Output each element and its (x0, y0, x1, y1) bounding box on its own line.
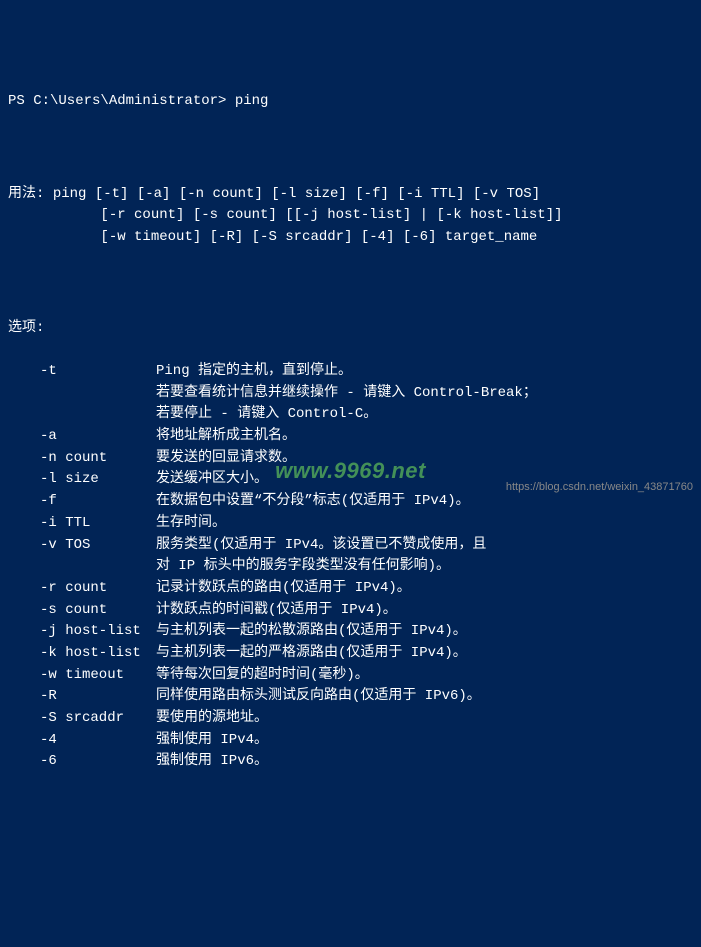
option-description: 与主机列表一起的松散源路由(仅适用于 IPv4)。 (156, 621, 693, 643)
option-flag: -n count (8, 448, 156, 470)
option-flag: -r count (8, 578, 156, 600)
option-flag: -R (8, 686, 156, 708)
option-flag: -a (8, 426, 156, 448)
option-flag: -j host-list (8, 621, 156, 643)
option-row: -tPing 指定的主机，直到停止。 (8, 361, 693, 383)
usage-line-2: [-w timeout] [-R] [-S srcaddr] [-4] [-6]… (58, 229, 537, 245)
option-row: -n count要发送的回显请求数。 (8, 448, 693, 470)
option-row: -v TOS服务类型(仅适用于 IPv4。该设置已不赞成使用，且 (8, 535, 693, 557)
prompt-prefix: PS C:\Users\Administrator> (8, 93, 226, 109)
option-flag: -S srcaddr (8, 708, 156, 730)
option-flag: -t (8, 361, 156, 383)
option-flag (8, 383, 156, 405)
option-description: 同样使用路由标头测试反向路由(仅适用于 IPv6)。 (156, 686, 693, 708)
option-description: 要发送的回显请求数。 (156, 448, 693, 470)
option-row: -i TTL生存时间。 (8, 513, 693, 535)
option-flag: -w timeout (8, 665, 156, 687)
option-description: 强制使用 IPv6。 (156, 751, 693, 773)
prompt-command[interactable]: ping (235, 93, 269, 109)
blank-line (8, 136, 693, 158)
option-row: 若要停止 - 请键入 Control-C。 (8, 404, 693, 426)
option-row: -j host-list与主机列表一起的松散源路由(仅适用于 IPv4)。 (8, 621, 693, 643)
option-row: -k host-list与主机列表一起的严格源路由(仅适用于 IPv4)。 (8, 643, 693, 665)
option-row: -a将地址解析成主机名。 (8, 426, 693, 448)
option-row: 若要查看统计信息并继续操作 - 请键入 Control-Break； (8, 383, 693, 405)
option-description: 强制使用 IPv4。 (156, 730, 693, 752)
option-description: 服务类型(仅适用于 IPv4。该设置已不赞成使用，且 (156, 535, 693, 557)
option-row: -4强制使用 IPv4。 (8, 730, 693, 752)
options-list: -tPing 指定的主机，直到停止。若要查看统计信息并继续操作 - 请键入 Co… (8, 361, 693, 773)
option-description: 对 IP 标头中的服务字段类型没有任何影响)。 (156, 556, 693, 578)
option-flag (8, 556, 156, 578)
option-description: 生存时间。 (156, 513, 693, 535)
usage-label: 用法: (8, 186, 44, 202)
option-description: 与主机列表一起的严格源路由(仅适用于 IPv4)。 (156, 643, 693, 665)
option-row: -S srcaddr要使用的源地址。 (8, 708, 693, 730)
blank-line (8, 274, 693, 296)
option-row: -6强制使用 IPv6。 (8, 751, 693, 773)
option-description: 等待每次回复的超时时间(毫秒)。 (156, 665, 693, 687)
option-row: -r count记录计数跃点的路由(仅适用于 IPv4)。 (8, 578, 693, 600)
option-description: 记录计数跃点的路由(仅适用于 IPv4)。 (156, 578, 693, 600)
option-description: 将地址解析成主机名。 (156, 426, 693, 448)
option-row: 对 IP 标头中的服务字段类型没有任何影响)。 (8, 556, 693, 578)
option-flag: -k host-list (8, 643, 156, 665)
option-description: 若要停止 - 请键入 Control-C。 (156, 404, 693, 426)
prompt-line: PS C:\Users\Administrator> ping (8, 91, 693, 113)
option-row: -R同样使用路由标头测试反向路由(仅适用于 IPv6)。 (8, 686, 693, 708)
usage-line-1: [-r count] [-s count] [[-j host-list] | … (58, 207, 562, 223)
options-header: 选项: (8, 318, 693, 340)
source-url: https://blog.csdn.net/weixin_43871760 (506, 479, 693, 496)
usage-line-0: ping [-t] [-a] [-n count] [-l size] [-f]… (53, 186, 540, 202)
option-row: -s count计数跃点的时间戳(仅适用于 IPv4)。 (8, 600, 693, 622)
option-flag: -i TTL (8, 513, 156, 535)
option-flag: -4 (8, 730, 156, 752)
option-flag: -v TOS (8, 535, 156, 557)
option-flag: -6 (8, 751, 156, 773)
option-description: 计数跃点的时间戳(仅适用于 IPv4)。 (156, 600, 693, 622)
option-description: 要使用的源地址。 (156, 708, 693, 730)
option-description: 若要查看统计信息并继续操作 - 请键入 Control-Break； (156, 383, 693, 405)
option-flag: -s count (8, 600, 156, 622)
option-flag: -l size (8, 469, 156, 491)
option-flag (8, 404, 156, 426)
usage-block: 用法: ping [-t] [-a] [-n count] [-l size] … (8, 184, 693, 249)
option-flag: -f (8, 491, 156, 513)
option-row: -w timeout等待每次回复的超时时间(毫秒)。 (8, 665, 693, 687)
option-description: Ping 指定的主机，直到停止。 (156, 361, 693, 383)
